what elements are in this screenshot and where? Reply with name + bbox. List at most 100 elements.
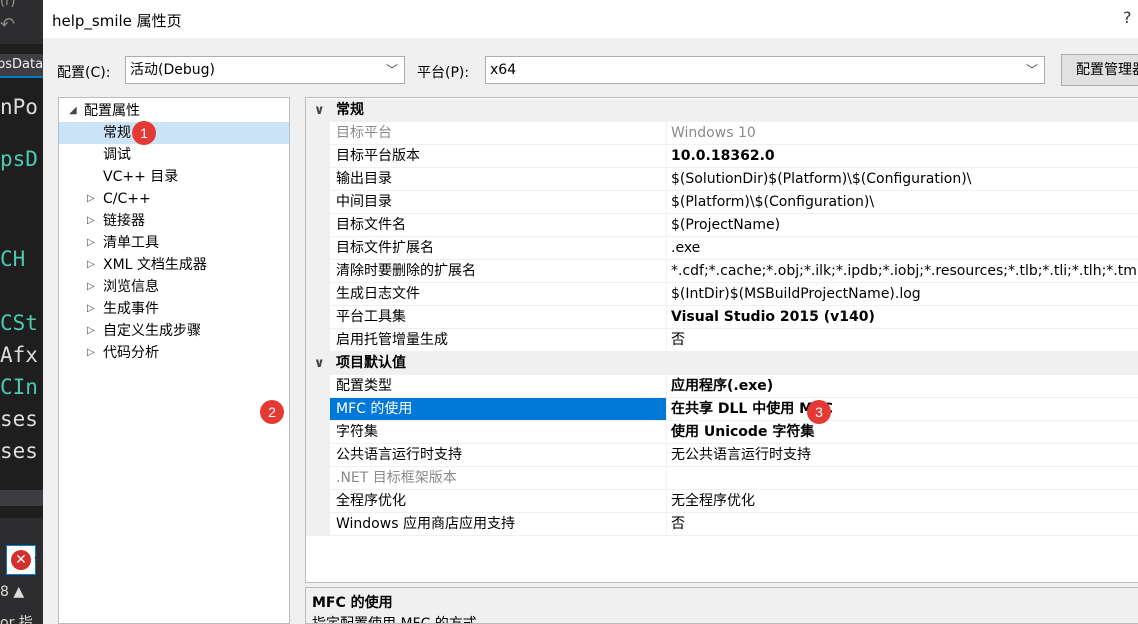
config-dropdown[interactable]: 活动(Debug) ﹀ [125, 56, 405, 84]
tree-item[interactable]: ▷ 自定义生成步骤 [59, 320, 289, 342]
tree-item[interactable]: 调试 [59, 144, 289, 166]
property-row[interactable]: 配置类型 应用程序(.exe) [306, 375, 1138, 398]
tree-item[interactable]: ▷ 链接器 [59, 210, 289, 232]
tree-item[interactable]: ▷ 浏览信息 [59, 276, 289, 298]
property-row[interactable]: 输出目录 $(SolutionDir)$(Platform)\$(Configur… [306, 168, 1138, 191]
property-row[interactable]: 全程序优化 无全程序优化 [306, 490, 1138, 513]
config-manager-button[interactable]: 配置管理器 [1061, 54, 1138, 86]
property-row[interactable]: 目标平台版本 10.0.18362.0 [306, 145, 1138, 168]
tree-item[interactable]: VC++ 目录 [59, 166, 289, 188]
property-value[interactable]: $(IntDir)$(MSBuildProjectName).log [666, 283, 1138, 306]
property-name[interactable]: 全程序优化 [330, 490, 666, 513]
property-row[interactable]: 中间目录 $(Platform)\$(Configuration)\ [306, 191, 1138, 214]
property-row[interactable]: 清除时要删除的扩展名 *.cdf;*.cache;*.obj;*.ilk;*.ip… [306, 260, 1138, 283]
tree-item[interactable]: ▷ 清单工具 [59, 232, 289, 254]
property-name[interactable]: Windows 应用商店应用支持 [330, 513, 666, 536]
property-tree[interactable]: ◢ 配置属性 常规 调试 VC++ 目录 ▷ C/C++ ▷ 链接器 ▷ 清单工具 ▷ XML 文档… [58, 97, 290, 624]
property-name[interactable]: 目标文件扩展名 [330, 237, 666, 260]
property-value[interactable]: .exe [666, 237, 1138, 260]
tree-item-label: XML 文档生成器 [103, 257, 207, 273]
property-value[interactable]: 在共享 DLL 中使用 MFC [666, 398, 1138, 421]
property-name[interactable]: 生成日志文件 [330, 283, 666, 306]
grid-category[interactable]: ∨ 项目默认值 [306, 352, 1138, 375]
property-row[interactable]: .NET 目标框架版本 [306, 467, 1138, 490]
property-value[interactable]: *.cdf;*.cache;*.obj;*.ilk;*.ipdb;*.iobj;… [666, 260, 1138, 283]
property-name[interactable]: 启用托管增量生成 [330, 329, 666, 352]
property-name[interactable]: 目标平台版本 [330, 145, 666, 168]
collapsed-triangle-icon[interactable]: ▷ [87, 320, 95, 342]
row-gutter [306, 168, 330, 191]
tree-item[interactable]: ▷ 生成事件 [59, 298, 289, 320]
background-ide-window: (r) ↶ psData nPo psD CH CSt Afx CIn ses ses ✕ … [0, 0, 43, 624]
property-name[interactable]: 字符集 [330, 421, 666, 444]
platform-dropdown[interactable]: x64 ﹀ [485, 56, 1045, 84]
property-row[interactable]: 生成日志文件 $(IntDir)$(MSBuildProjectName).log [306, 283, 1138, 306]
property-value[interactable]: 使用 Unicode 字符集 [666, 421, 1138, 444]
property-name[interactable]: 输出目录 [330, 168, 666, 191]
ide-output-panel: ✕ 错 [0, 518, 43, 624]
property-name[interactable]: 平台工具集 [330, 306, 666, 329]
property-row[interactable]: 目标平台 Windows 10 [306, 122, 1138, 145]
property-value[interactable] [666, 467, 1138, 490]
property-value[interactable]: $(Platform)\$(Configuration)\ [666, 191, 1138, 214]
description-panel: MFC 的使用 指定配置使用 MFC 的方式。 [305, 587, 1138, 624]
row-gutter [306, 375, 330, 398]
property-value[interactable]: $(SolutionDir)$(Platform)\$(Configuratio… [666, 168, 1138, 191]
property-name[interactable]: 配置类型 [330, 375, 666, 398]
ide-code-line: Afx [0, 343, 38, 367]
property-name[interactable]: 目标平台 [330, 122, 666, 145]
property-value[interactable]: $(ProjectName) [666, 214, 1138, 237]
dialog-titlebar[interactable]: help_smile 属性页 ? [43, 0, 1138, 38]
property-grid[interactable]: ∨ 常规 目标平台 Windows 10 目标平台版本 10.0.18362.0 输出目录 $… [305, 97, 1138, 583]
property-row[interactable]: 公共语言运行时支持 无公共语言运行时支持 [306, 444, 1138, 467]
ide-file-tab[interactable]: psData [0, 54, 43, 78]
tree-item[interactable]: ▷ C/C++ [59, 188, 289, 210]
property-name[interactable]: .NET 目标框架版本 [330, 467, 666, 490]
property-name[interactable]: 清除时要删除的扩展名 [330, 260, 666, 283]
property-row[interactable]: 平台工具集 Visual Studio 2015 (v140) [306, 306, 1138, 329]
annotation-marker-2: 2 [260, 400, 284, 424]
row-gutter [306, 260, 330, 283]
collapsed-triangle-icon[interactable]: ▷ [87, 298, 95, 320]
tree-item[interactable]: ▷ XML 文档生成器 [59, 254, 289, 276]
collapsed-triangle-icon[interactable]: ▷ [87, 254, 95, 276]
ide-code-line: nPo [0, 95, 38, 119]
collapsed-triangle-icon[interactable]: ▷ [87, 188, 95, 210]
property-row[interactable]: Windows 应用商店应用支持否 [306, 513, 1138, 536]
tree-item-label: 生成事件 [103, 301, 159, 317]
property-name[interactable]: 中间目录 [330, 191, 666, 214]
error-filter-button[interactable]: ✕ 错 [6, 545, 43, 575]
property-row[interactable]: 字符集 使用 Unicode 字符集 [306, 421, 1138, 444]
ide-status-text: 8 ▲ [0, 584, 25, 600]
property-value[interactable]: 无公共语言运行时支持 [666, 444, 1138, 467]
property-row[interactable]: 目标文件扩展名 .exe [306, 237, 1138, 260]
collapsed-triangle-icon[interactable]: ▷ [87, 276, 95, 298]
property-value[interactable]: Visual Studio 2015 (v140) [666, 306, 1138, 329]
tree-item[interactable]: ▷ 代码分析 [59, 342, 289, 364]
tree-item-label: 调试 [103, 147, 131, 163]
property-value[interactable]: Windows 10 [666, 122, 1138, 145]
tree-root-config-properties[interactable]: ◢ 配置属性 [59, 100, 289, 122]
property-name[interactable]: 目标文件名 [330, 214, 666, 237]
property-row[interactable]: 启用托管增量生成否 [306, 329, 1138, 352]
collapse-chevron-icon[interactable]: ∨ [314, 99, 325, 122]
grid-category[interactable]: ∨ 常规 [306, 99, 1138, 122]
ide-scrollbar[interactable] [0, 490, 43, 506]
help-button[interactable]: ? [1123, 8, 1132, 27]
tree-item[interactable]: 常规 [59, 122, 289, 144]
property-value[interactable]: 否 [666, 329, 1138, 352]
property-row[interactable]: MFC 的使用 在共享 DLL 中使用 MFC [306, 398, 1138, 421]
undo-icon[interactable]: ↶ [0, 14, 23, 35]
property-value[interactable]: 应用程序(.exe) [666, 375, 1138, 398]
property-value[interactable]: 无全程序优化 [666, 490, 1138, 513]
description-title: MFC 的使用 [312, 595, 393, 611]
property-value[interactable]: 否 [666, 513, 1138, 536]
property-row[interactable]: 目标文件名 $(ProjectName) [306, 214, 1138, 237]
property-value[interactable]: 10.0.18362.0 [666, 145, 1138, 168]
collapsed-triangle-icon[interactable]: ▷ [87, 342, 95, 364]
collapsed-triangle-icon[interactable]: ▷ [87, 232, 95, 254]
property-name[interactable]: 公共语言运行时支持 [330, 444, 666, 467]
collapse-chevron-icon[interactable]: ∨ [314, 352, 325, 375]
property-name[interactable]: MFC 的使用 [330, 398, 666, 421]
collapsed-triangle-icon[interactable]: ▷ [87, 210, 95, 232]
